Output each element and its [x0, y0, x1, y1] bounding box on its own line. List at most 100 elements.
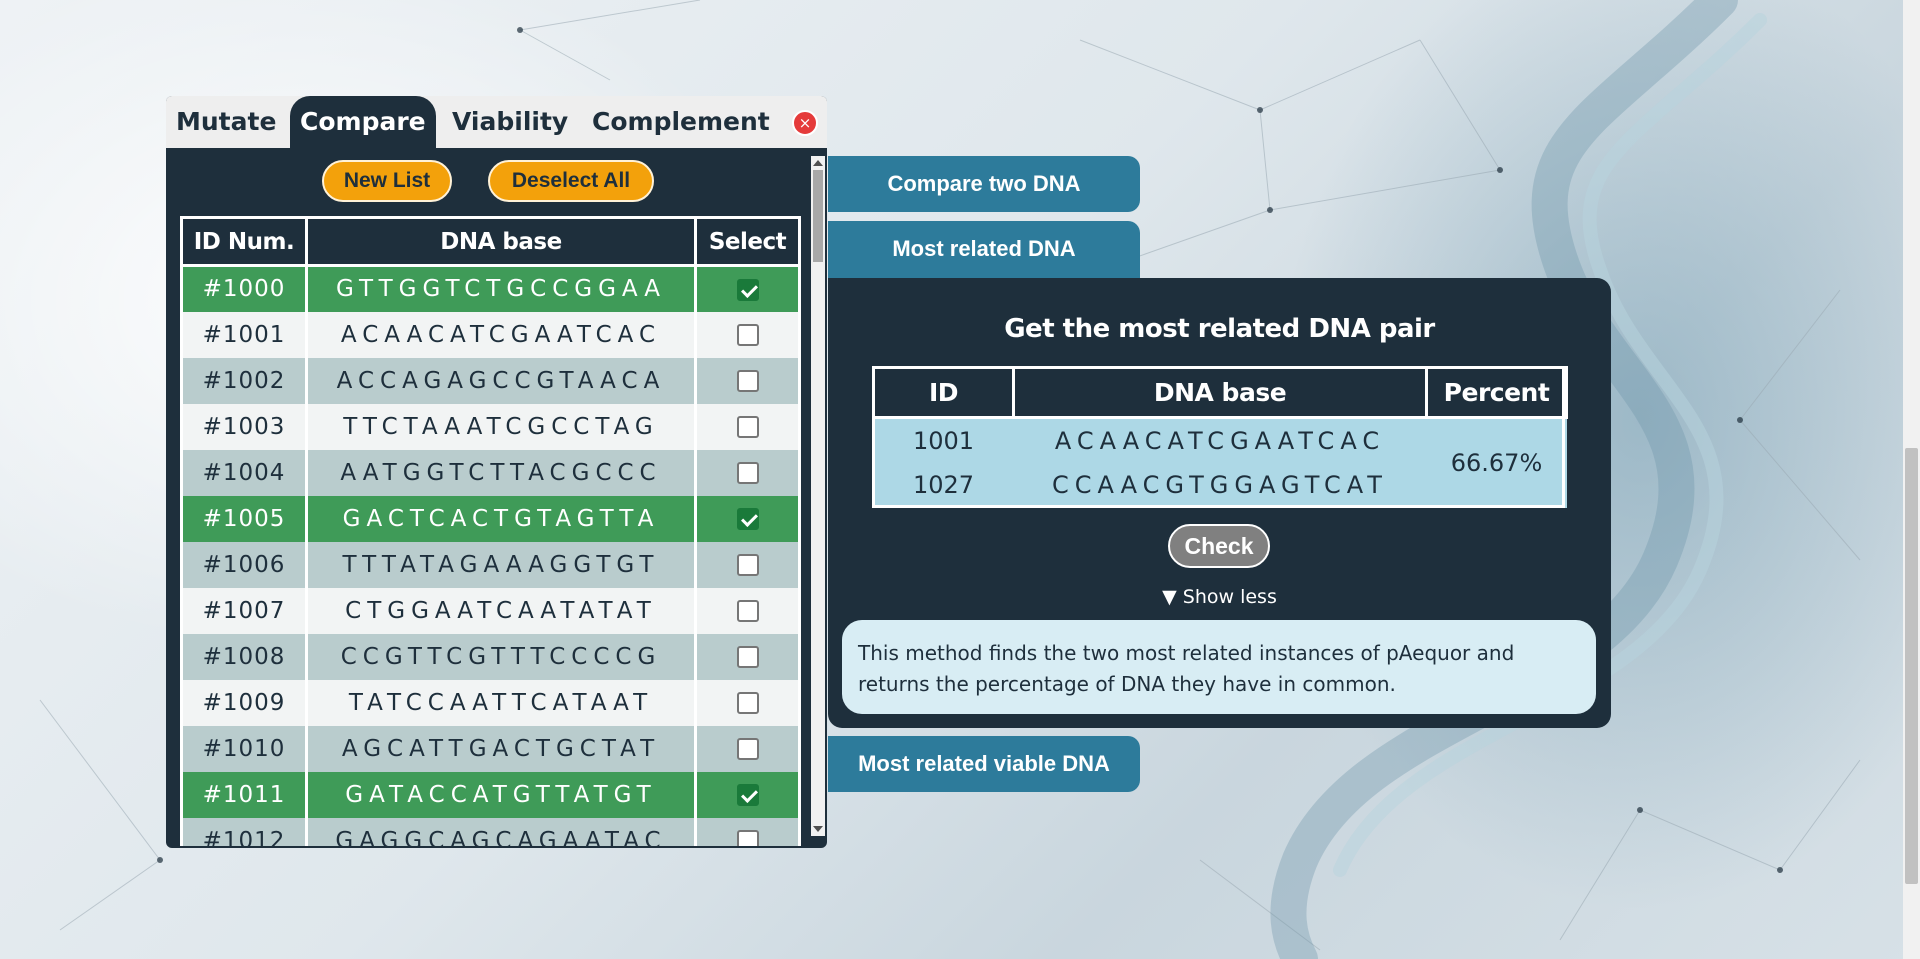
deselect-all-button[interactable]: Deselect All	[488, 160, 654, 202]
select-checkbox[interactable]	[736, 738, 759, 760]
page-scrollbar-thumb[interactable]	[1905, 448, 1918, 884]
dna-sequence: GTTGGTCTGCCGGAA	[305, 265, 697, 312]
scroll-down-icon[interactable]	[813, 826, 823, 832]
dna-id: #1006	[180, 541, 308, 588]
table-row: #1008 CCGTTCGTTTCCCCG	[180, 633, 801, 680]
close-icon[interactable]: ×	[792, 110, 818, 136]
related-row: 1001 ACAACATCGAATCAC 66.67%	[873, 417, 1567, 508]
select-checkbox[interactable]	[736, 278, 759, 301]
dna-sequence: CTGGAATCAATATAT	[305, 587, 697, 634]
new-list-button[interactable]: New List	[322, 160, 452, 202]
table-row: #1002 ACCAGAGCCGTAACA	[180, 357, 801, 404]
table-row: #1003 TTCTAAATCGCCTAG	[180, 403, 801, 450]
related-id: 1027	[873, 462, 1014, 508]
page-scrollbar[interactable]	[1903, 0, 1920, 959]
select-cell	[694, 771, 801, 818]
dna-table: ID Num. DNA base Select #1000 GTTGGTCTGCC…	[180, 216, 801, 846]
select-checkbox[interactable]	[736, 416, 759, 438]
most-related-panel: Get the most related DNA pair ID DNA bas…	[828, 278, 1611, 728]
method-description: This method finds the two most related i…	[842, 620, 1596, 714]
dna-sequence: GAGGCAGCAGAATAC	[305, 817, 697, 846]
list-scrollbar-thumb[interactable]	[813, 170, 823, 262]
dna-sequence: TATCCAATTCATAAT	[305, 679, 697, 726]
list-scrollbar[interactable]	[811, 156, 825, 836]
column-header-dna-base: DNA base	[305, 216, 697, 267]
dna-list: ID Num. DNA base Select #1000 GTTGGTCTGCC…	[180, 216, 812, 846]
table-row: #1009 TATCCAATTCATAAT	[180, 679, 801, 726]
select-cell	[694, 541, 801, 588]
select-cell	[694, 679, 801, 726]
dna-sequence: AGCATTGACTGCTAT	[305, 725, 697, 772]
select-cell	[694, 357, 801, 404]
select-checkbox[interactable]	[736, 646, 759, 668]
dna-id: #1004	[180, 449, 308, 496]
select-cell	[694, 449, 801, 496]
check-button[interactable]: Check	[1168, 524, 1270, 568]
select-cell	[694, 633, 801, 680]
most-related-dna-button[interactable]: Most related DNA	[828, 221, 1140, 279]
related-seq: CCAACGTGGAGTCAT	[1013, 462, 1427, 508]
select-checkbox[interactable]	[736, 784, 759, 806]
most-related-viable-dna-button[interactable]: Most related viable DNA	[828, 736, 1140, 792]
tab-mutate[interactable]: Mutate	[166, 96, 286, 148]
compare-two-dna-button[interactable]: Compare two DNA	[828, 156, 1140, 212]
select-checkbox[interactable]	[736, 692, 759, 714]
select-cell	[694, 817, 801, 846]
dna-sequence: CCGTTCGTTTCCCCG	[305, 633, 697, 680]
show-less-toggle[interactable]: ▼ Show less	[828, 586, 1611, 608]
dna-sequence: AATGGTCTTACGCCC	[305, 449, 697, 496]
dna-sequence: GACTCACTGTAGTTA	[305, 495, 697, 542]
select-cell	[694, 587, 801, 634]
related-header-dna-base: DNA base	[1012, 366, 1428, 419]
most-related-title: Get the most related DNA pair	[1004, 314, 1435, 344]
related-seq: ACAACATCGAATCAC	[1013, 417, 1427, 463]
select-cell	[694, 311, 801, 358]
table-row: #1007 CTGGAATCAATATAT	[180, 587, 801, 634]
dna-sequence: TTCTAAATCGCCTAG	[305, 403, 697, 450]
select-checkbox[interactable]	[736, 830, 759, 846]
select-cell	[694, 265, 801, 312]
select-checkbox[interactable]	[736, 508, 759, 530]
table-row: #1001 ACAACATCGAATCAC	[180, 311, 801, 358]
tab-compare[interactable]: Compare	[290, 96, 436, 148]
tab-viability[interactable]: Viability	[442, 96, 578, 148]
related-header-percent: Percent	[1425, 366, 1568, 419]
select-checkbox[interactable]	[736, 462, 759, 484]
dna-id: #1000	[180, 265, 308, 312]
tab-complement[interactable]: Complement	[582, 96, 780, 148]
scroll-up-icon[interactable]	[813, 160, 823, 166]
dna-id: #1011	[180, 771, 308, 818]
select-checkbox[interactable]	[736, 554, 759, 576]
dna-id: #1003	[180, 403, 308, 450]
column-header-select: Select	[694, 216, 801, 267]
dna-sequence: TTTATAGAAAGGTGT	[305, 541, 697, 588]
dna-id: #1005	[180, 495, 308, 542]
dna-id: #1009	[180, 679, 308, 726]
dna-id: #1008	[180, 633, 308, 680]
select-checkbox[interactable]	[736, 370, 759, 392]
related-id: 1001	[873, 417, 1014, 463]
related-percent: 66.67%	[1426, 417, 1567, 508]
table-row: #1011 GATACCATGTTATGT	[180, 771, 801, 818]
dna-sequence: GATACCATGTTATGT	[305, 771, 697, 818]
table-row: #1004 AATGGTCTTACGCCC	[180, 449, 801, 496]
column-header-id: ID Num.	[180, 216, 308, 267]
dna-sequence: ACAACATCGAATCAC	[305, 311, 697, 358]
select-checkbox[interactable]	[736, 324, 759, 346]
dna-id: #1012	[180, 817, 308, 846]
select-cell	[694, 725, 801, 772]
related-header-id: ID	[872, 366, 1015, 419]
dna-sequence: ACCAGAGCCGTAACA	[305, 357, 697, 404]
dna-id: #1010	[180, 725, 308, 772]
dna-id: #1001	[180, 311, 308, 358]
select-cell	[694, 403, 801, 450]
dna-table-body: #1000 GTTGGTCTGCCGGAA #1001 ACAACATCGAATCAC…	[180, 265, 801, 846]
table-row: #1000 GTTGGTCTGCCGGAA	[180, 265, 801, 312]
table-row: #1005 GACTCACTGTAGTTA	[180, 495, 801, 542]
compare-panel: Mutate Compare Viability Complement × Ne…	[166, 96, 827, 848]
dna-id: #1002	[180, 357, 308, 404]
select-cell	[694, 495, 801, 542]
related-table: ID DNA base Percent 1001 ACAACATCGAATCAC…	[872, 366, 1568, 508]
select-checkbox[interactable]	[736, 600, 759, 622]
table-row: #1012 GAGGCAGCAGAATAC	[180, 817, 801, 846]
